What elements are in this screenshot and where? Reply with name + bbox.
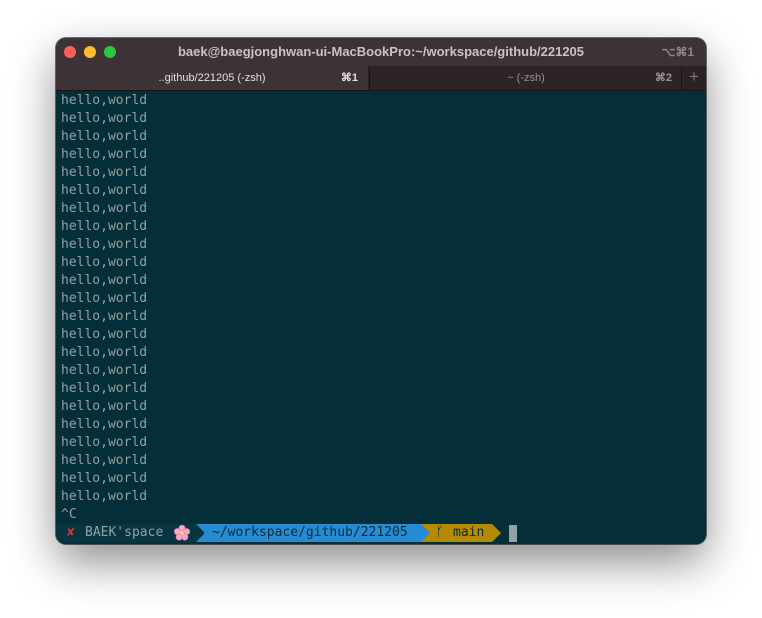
output-line: hello,world <box>61 111 148 126</box>
output-line: hello,world <box>61 471 148 486</box>
tab-shortcut: ⌘2 <box>654 72 672 84</box>
output-line: hello,world <box>61 165 148 180</box>
prompt-directory-segment: ~/workspace/github/221205 <box>204 524 421 542</box>
output-line: hello,world <box>61 417 148 432</box>
output-line: hello,world <box>61 183 148 198</box>
tab-home[interactable]: ~ (-zsh) ⌘2 <box>369 66 682 90</box>
tab-label: ..github/221205 (-zsh) <box>158 72 266 84</box>
git-branch-icon: ᚶ <box>436 525 444 540</box>
output-line: hello,world <box>61 201 148 216</box>
output-lines: hello,world hello,world hello,world hell… <box>61 92 147 524</box>
new-tab-button[interactable]: + <box>681 66 706 90</box>
git-branch-name: main <box>453 525 485 540</box>
tab-label: ~ (-zsh) <box>507 72 545 84</box>
output-line: hello,world <box>61 381 148 396</box>
prompt-git-segment: ᚶ main <box>429 524 492 542</box>
output-line: hello,world <box>61 363 148 378</box>
output-line: hello,world <box>61 309 148 324</box>
text-cursor[interactable] <box>509 525 517 542</box>
tab-github-221205[interactable]: ..github/221205 (-zsh) ⌘1 <box>56 66 368 90</box>
output-line: hello,world <box>61 93 148 108</box>
title-bar[interactable]: baek@baegjonghwan-ui-MacBookPro:~/worksp… <box>56 38 706 66</box>
terminal-output[interactable]: hello,world hello,world hello,world hell… <box>56 91 706 544</box>
output-line: hello,world <box>61 237 148 252</box>
tab-shortcut: ⌘1 <box>340 72 358 84</box>
output-line: hello,world <box>61 453 148 468</box>
zoom-button[interactable] <box>104 46 116 58</box>
shell-prompt[interactable]: ✘ BAEK'space ~/workspace/github/221205 ᚶ… <box>56 524 706 542</box>
output-line: hello,world <box>61 291 148 306</box>
output-line: hello,world <box>61 219 148 234</box>
segment-separator <box>492 524 501 542</box>
prompt-context-segment: ✘ BAEK'space <box>56 524 196 542</box>
prompt-context: BAEK'space <box>85 525 164 540</box>
output-line: hello,world <box>61 255 148 270</box>
interrupt-line: ^C <box>61 507 77 522</box>
output-line: hello,world <box>61 147 148 162</box>
error-status-icon: ✘ <box>67 525 75 540</box>
flower-icon <box>173 524 191 544</box>
output-line: hello,world <box>61 327 148 342</box>
output-line: hello,world <box>61 399 148 414</box>
output-line: hello,world <box>61 345 148 360</box>
terminal-window: baek@baegjonghwan-ui-MacBookPro:~/worksp… <box>56 38 706 544</box>
tab-bar: ..github/221205 (-zsh) ⌘1 ~ (-zsh) ⌘2 + <box>56 66 706 91</box>
close-button[interactable] <box>64 46 76 58</box>
window-title: baek@baegjonghwan-ui-MacBookPro:~/worksp… <box>177 44 585 59</box>
output-line: hello,world <box>61 273 148 288</box>
window-shortcut: ⌥⌘1 <box>661 45 694 59</box>
prompt-directory: ~/workspace/github/221205 <box>212 525 408 540</box>
output-line: hello,world <box>61 489 148 504</box>
minimize-button[interactable] <box>84 46 96 58</box>
output-line: hello,world <box>61 435 148 450</box>
output-line: hello,world <box>61 129 148 144</box>
